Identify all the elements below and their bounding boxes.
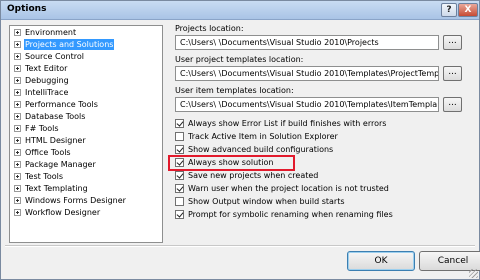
ok-button[interactable]: OK [347,251,415,271]
tree-item-database-tools[interactable]: Database Tools [12,111,86,122]
user-project-templates-input[interactable]: C:\Users\ \Documents\Visual Studio 2010\… [175,66,439,81]
tree-item-text-editor[interactable]: Text Editor [12,63,68,74]
user-item-templates-input[interactable]: C:\Users\ \Documents\Visual Studio 2010\… [175,97,439,112]
resize-grip-icon[interactable] [469,269,478,278]
checkbox-prompt-symbolic-renaming[interactable]: Prompt for symbolic renaming when renami… [175,209,393,220]
expand-icon[interactable] [14,41,21,48]
window-title: Options [7,4,47,14]
expand-icon[interactable] [14,173,21,180]
tree-item-performance-tools[interactable]: Performance Tools [12,99,99,110]
annotation-highlight-box [168,155,295,171]
checkbox-box[interactable] [175,197,184,206]
user-project-templates-label: User project templates location: [175,55,304,64]
checkbox-box[interactable] [175,145,184,154]
checkbox-box[interactable] [175,184,184,193]
expand-icon[interactable] [14,113,21,120]
projects-location-input[interactable]: C:\Users\ \Documents\Visual Studio 2010\… [175,35,439,50]
checkbox-show-advanced-build-configurations[interactable]: Show advanced build configurations [175,144,333,155]
checkbox-always-show-error-list[interactable]: Always show Error List if build finishes… [175,118,386,129]
cancel-button[interactable]: Cancel [419,251,480,271]
expand-icon[interactable] [14,125,21,132]
tree-item-debugging[interactable]: Debugging [12,75,70,86]
tree-item-package-manager[interactable]: Package Manager [12,159,97,170]
options-tree[interactable]: Environment Projects and Solutions Sourc… [9,25,163,243]
user-item-templates-browse-button[interactable]: ... [443,97,462,112]
close-button[interactable]: X [458,3,478,17]
user-project-templates-browse-button[interactable]: ... [443,66,462,81]
projects-location-label: Projects location: [175,24,244,33]
tree-item-intellitrace[interactable]: IntelliTrace [12,87,69,98]
tree-item-text-templating[interactable]: Text Templating [12,183,89,194]
checkbox-warn-untrusted-location[interactable]: Warn user when the project location is n… [175,183,389,194]
expand-icon[interactable] [14,77,21,84]
checkbox-box[interactable] [175,210,184,219]
tree-item-office-tools[interactable]: Office Tools [12,147,72,158]
expand-icon[interactable] [14,149,21,156]
expand-icon[interactable] [14,29,21,36]
checkbox-show-output-window[interactable]: Show Output window when build starts [175,196,345,207]
tree-item-windows-forms-designer[interactable]: Windows Forms Designer [12,195,127,206]
expand-icon[interactable] [14,137,21,144]
tree-item-workflow-designer[interactable]: Workflow Designer [12,207,101,218]
tree-item-fsharp-tools[interactable]: F# Tools [12,123,60,134]
tree-item-projects-and-solutions[interactable]: Projects and Solutions [12,39,115,50]
expand-icon[interactable] [14,161,21,168]
tree-item-html-designer[interactable]: HTML Designer [12,135,87,146]
expand-icon[interactable] [14,65,21,72]
user-item-templates-label: User item templates location: [175,86,294,95]
expand-icon[interactable] [14,209,21,216]
tree-item-source-control[interactable]: Source Control [12,51,85,62]
checkbox-box[interactable] [175,171,184,180]
expand-icon[interactable] [14,101,21,108]
button-separator [5,245,475,247]
tree-item-test-tools[interactable]: Test Tools [12,171,64,182]
options-dialog: Options ? X Environment Projects and Sol… [0,0,480,280]
expand-icon[interactable] [14,89,21,96]
checkbox-save-new-projects[interactable]: Save new projects when created [175,170,318,181]
title-bar[interactable]: Options ? X [1,1,479,20]
tree-item-environment[interactable]: Environment [12,27,77,38]
checkbox-box[interactable] [175,119,184,128]
help-button[interactable]: ? [441,3,457,17]
expand-icon[interactable] [14,53,21,60]
projects-location-browse-button[interactable]: ... [443,35,462,50]
checkbox-box[interactable] [175,132,184,141]
checkbox-track-active-item[interactable]: Track Active Item in Solution Explorer [175,131,338,142]
expand-icon[interactable] [14,197,21,204]
expand-icon[interactable] [14,185,21,192]
